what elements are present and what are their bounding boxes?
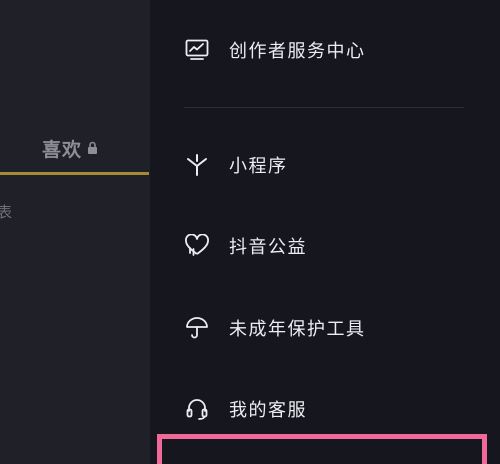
screen: 喜欢 表 创作者服务中心 小程序 抖音公益 未成年保护工具 我的客服 [0, 0, 500, 464]
menu-item-label: 小程序 [229, 156, 288, 177]
tab-likes-label: 喜欢 [42, 138, 83, 161]
partial-text: 表 [0, 203, 13, 221]
menu-item-creator-center[interactable]: 创作者服务中心 [184, 33, 366, 67]
menu-item-charity[interactable]: 抖音公益 [184, 229, 307, 263]
menu-item-customer-service[interactable]: 我的客服 [184, 392, 307, 426]
side-drawer-menu: 创作者服务中心 小程序 抖音公益 未成年保护工具 我的客服 [150, 0, 500, 464]
umbrella-icon [184, 315, 210, 341]
menu-divider [184, 107, 464, 108]
menu-item-minor-protection[interactable]: 未成年保护工具 [184, 311, 366, 345]
menu-item-label: 未成年保护工具 [229, 319, 366, 340]
active-tab-indicator [0, 172, 149, 175]
tab-likes[interactable]: 喜欢 [42, 134, 98, 162]
highlight-annotation-box [157, 434, 487, 464]
headset-icon [184, 396, 210, 422]
menu-item-label: 创作者服务中心 [229, 41, 366, 62]
profile-page-background: 喜欢 表 [0, 0, 150, 464]
mini-program-icon [184, 152, 210, 178]
menu-item-label: 我的客服 [229, 400, 307, 421]
charity-heart-icon [184, 233, 210, 259]
creator-chart-icon [184, 37, 210, 63]
lock-icon [87, 141, 98, 155]
menu-item-mini-program[interactable]: 小程序 [184, 148, 288, 182]
menu-item-label: 抖音公益 [229, 237, 307, 258]
